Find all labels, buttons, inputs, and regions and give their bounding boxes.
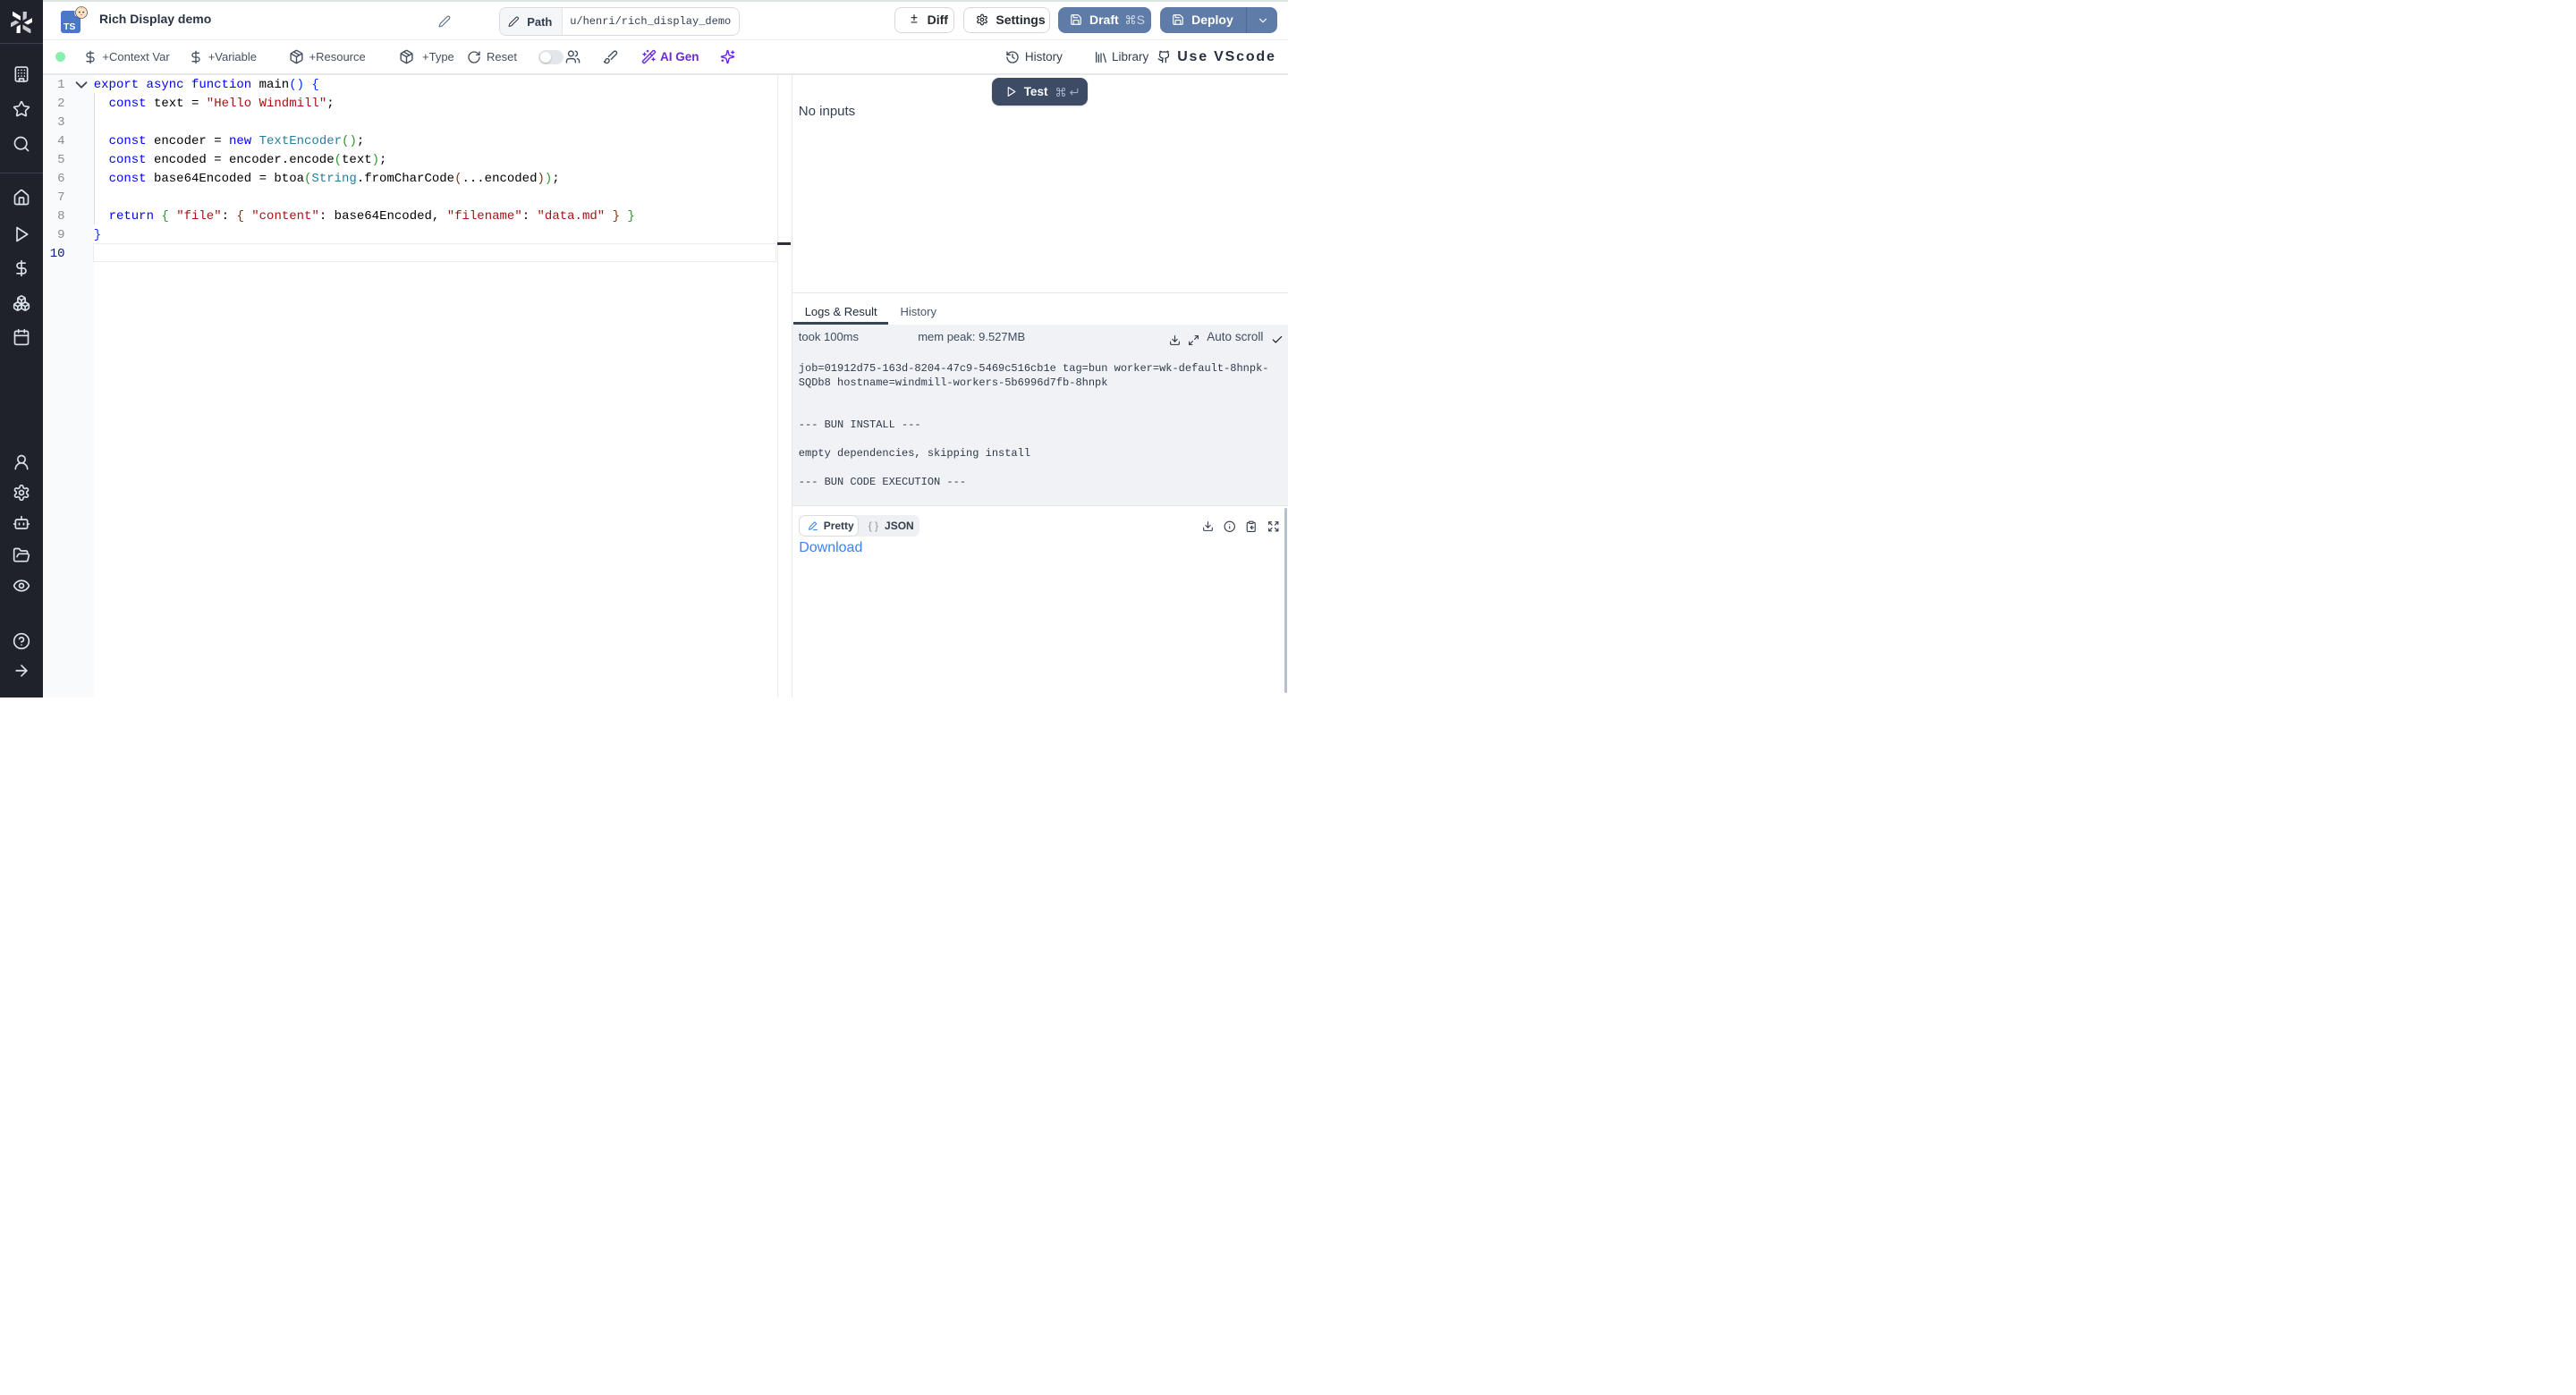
svg-text:TS: TS: [64, 21, 75, 32]
